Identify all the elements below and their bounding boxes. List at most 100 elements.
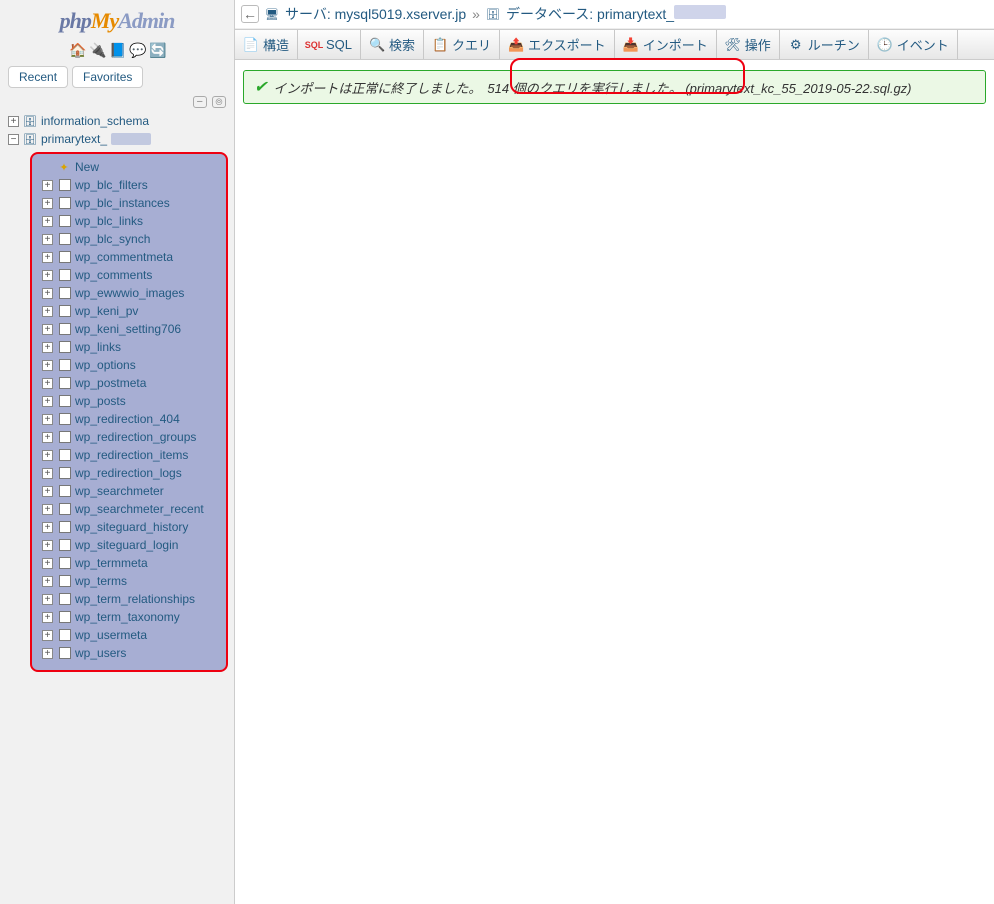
home-icon[interactable]: 🏠	[69, 42, 85, 58]
reload-icon[interactable]: 🔄	[149, 42, 165, 58]
logo[interactable]: phpMyAdmin	[0, 0, 234, 38]
tool-query[interactable]: 📋クエリ	[424, 30, 500, 59]
table-row[interactable]: +wp_options	[34, 356, 224, 374]
table-list-highlight: ✦ New +wp_blc_filters+wp_blc_instances+w…	[30, 152, 228, 672]
plus-icon[interactable]: +	[42, 648, 53, 659]
table-row[interactable]: + wp_redirection_logs	[34, 464, 224, 482]
bc-server[interactable]: サーバ: mysql5019.xserver.jp	[285, 4, 466, 24]
structure-icon: 📄	[243, 37, 259, 53]
collapse-all-icon[interactable]: −	[193, 96, 207, 108]
tool-search[interactable]: 🔍検索	[361, 30, 424, 59]
tool-sql[interactable]: SQLSQL	[298, 30, 361, 59]
table-row[interactable]: +wp_usermeta	[34, 626, 224, 644]
table-row[interactable]: +wp_terms	[34, 572, 224, 590]
masked-text	[111, 133, 151, 145]
table-row[interactable]: +wp_blc_links	[34, 212, 224, 230]
new-table-row[interactable]: ✦ New	[34, 158, 224, 176]
table-icon	[59, 215, 71, 227]
tool-label: エクスポート	[528, 35, 606, 54]
plus-icon[interactable]: +	[42, 252, 53, 263]
plus-icon[interactable]: +	[42, 396, 53, 407]
table-row[interactable]: +wp_blc_filters	[34, 176, 224, 194]
plus-icon[interactable]: +	[42, 468, 53, 479]
link-icon[interactable]: ⦾	[212, 96, 226, 108]
plus-icon[interactable]: +	[42, 522, 53, 533]
back-icon[interactable]: ←	[241, 5, 259, 23]
bc-database[interactable]: データベース: primarytext_	[506, 4, 726, 24]
plus-icon[interactable]: +	[42, 558, 53, 569]
table-row[interactable]: +wp_blc_synch	[34, 230, 224, 248]
database-icon: 🗄	[486, 7, 500, 21]
tab-favorites[interactable]: Favorites	[72, 66, 143, 88]
plus-icon[interactable]: +	[42, 234, 53, 245]
table-row[interactable]: +wp_commentmeta	[34, 248, 224, 266]
table-row[interactable]: +wp_redirection_groups	[34, 428, 224, 446]
toolbar: 📄構造SQLSQL🔍検索📋クエリ📤エクスポート📥インポート🛠操作⚙ルーチン🕒イベ…	[235, 29, 994, 60]
tool-routines[interactable]: ⚙ルーチン	[780, 30, 869, 59]
docs-icon[interactable]: 📘	[109, 42, 125, 58]
minus-icon[interactable]: −	[8, 134, 19, 145]
plus-icon[interactable]: +	[42, 216, 53, 227]
table-row[interactable]: +wp_comments	[34, 266, 224, 284]
table-row[interactable]: +wp_blc_instances	[34, 194, 224, 212]
plus-icon[interactable]: +	[42, 324, 53, 335]
table-name: wp_postmeta	[75, 376, 146, 390]
db-info-schema[interactable]: + 🗄 information_schema	[8, 112, 234, 130]
plus-icon[interactable]: +	[42, 540, 53, 551]
plus-icon[interactable]: +	[42, 630, 53, 641]
plus-icon[interactable]: +	[42, 180, 53, 191]
plus-icon[interactable]: +	[42, 576, 53, 587]
table-name: wp_term_relationships	[75, 592, 195, 606]
tool-label: 構造	[263, 35, 289, 54]
events-icon: 🕒	[877, 37, 893, 53]
table-row[interactable]: +wp_searchmeter_recent	[34, 500, 224, 518]
tool-export[interactable]: 📤エクスポート	[500, 30, 615, 59]
tool-operations[interactable]: 🛠操作	[717, 30, 780, 59]
table-row[interactable]: +wp_searchmeter	[34, 482, 224, 500]
table-row[interactable]: +wp_keni_pv	[34, 302, 224, 320]
tool-structure[interactable]: 📄構造	[235, 30, 298, 59]
table-row[interactable]: +wp_posts	[34, 392, 224, 410]
table-row[interactable]: +wp_siteguard_login	[34, 536, 224, 554]
table-row[interactable]: +wp_users	[34, 644, 224, 662]
export-icon: 📤	[508, 37, 524, 53]
table-row[interactable]: +wp_redirection_items	[34, 446, 224, 464]
plus-icon[interactable]: +	[42, 432, 53, 443]
plus-icon[interactable]: +	[42, 612, 53, 623]
table-row[interactable]: +wp_term_taxonomy	[34, 608, 224, 626]
table-row[interactable]: + wp_term_relationships	[34, 590, 224, 608]
plus-icon[interactable]: +	[42, 360, 53, 371]
table-name: wp_redirection_logs	[75, 466, 182, 480]
table-icon	[59, 611, 71, 623]
plus-icon[interactable]: +	[42, 486, 53, 497]
sql-icon[interactable]: 💬	[129, 42, 145, 58]
plus-icon[interactable]: +	[42, 378, 53, 389]
plus-icon[interactable]: +	[42, 288, 53, 299]
plus-icon[interactable]: +	[42, 306, 53, 317]
tool-events[interactable]: 🕒イベント	[869, 30, 958, 59]
tool-import[interactable]: 📥インポート	[615, 30, 717, 59]
db-primarytext[interactable]: − 🗄 primarytext_	[8, 130, 234, 148]
plus-icon[interactable]: +	[42, 504, 53, 515]
table-row[interactable]: + wp_links	[34, 338, 224, 356]
table-row[interactable]: +wp_termmeta	[34, 554, 224, 572]
tab-recent[interactable]: Recent	[8, 66, 68, 88]
table-row[interactable]: +wp_siteguard_history	[34, 518, 224, 536]
table-icon	[59, 323, 71, 335]
table-row[interactable]: + wp_postmeta	[34, 374, 224, 392]
plus-icon[interactable]: +	[42, 198, 53, 209]
plus-icon[interactable]: +	[42, 342, 53, 353]
routines-icon: ⚙	[788, 37, 804, 53]
table-row[interactable]: +wp_keni_setting706	[34, 320, 224, 338]
plus-icon[interactable]: +	[42, 594, 53, 605]
logout-icon[interactable]: 🔌	[89, 42, 105, 58]
plus-icon[interactable]: +	[42, 270, 53, 281]
table-name: wp_links	[75, 340, 121, 354]
table-row[interactable]: +wp_redirection_404	[34, 410, 224, 428]
tool-label: 検索	[389, 35, 415, 54]
plus-icon[interactable]: +	[42, 414, 53, 425]
table-row[interactable]: +wp_ewwwio_images	[34, 284, 224, 302]
operations-icon: 🛠	[725, 37, 741, 53]
plus-icon[interactable]: +	[8, 116, 19, 127]
plus-icon[interactable]: +	[42, 450, 53, 461]
